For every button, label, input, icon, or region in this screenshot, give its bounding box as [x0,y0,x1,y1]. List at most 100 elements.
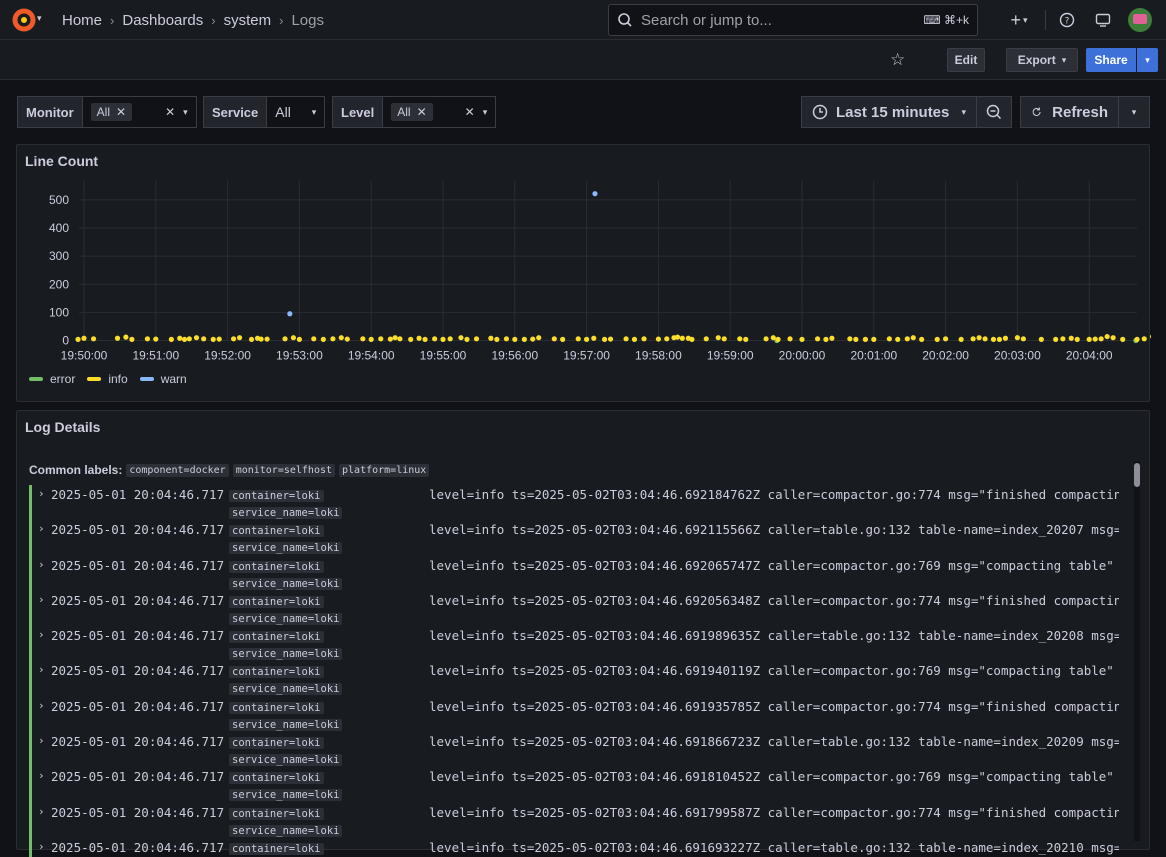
clear-icon[interactable]: ✕ [165,105,175,119]
log-timestamp: 2025-05-01 20:04:46.717 [51,558,224,573]
data-point-info [1099,336,1104,341]
chevron-right-icon[interactable]: › [38,663,45,676]
chevron-right-icon[interactable]: › [38,805,45,818]
legend-item-error[interactable]: error [29,372,75,386]
legend-item-info[interactable]: info [87,372,127,386]
log-row[interactable]: ›2025-05-01 20:04:46.717container=lokise… [29,591,1119,626]
chevron-down-icon: ▾ [1023,15,1028,26]
data-point-info [264,336,269,341]
legend-item-warn[interactable]: warn [140,372,187,386]
refresh-interval-dropdown[interactable]: ▾ [1118,96,1150,128]
chevron-right-icon[interactable]: › [38,522,45,535]
log-row[interactable]: ›2025-05-01 20:04:46.717container=lokise… [29,485,1119,520]
data-point-info [231,336,236,341]
monitor-select[interactable]: All✕ ✕ ▾ [83,96,197,128]
log-row[interactable]: ›2025-05-01 20:04:46.717container=lokise… [29,767,1119,802]
data-point-info [689,337,694,342]
log-timestamp: 2025-05-01 20:04:46.717 [51,487,224,502]
breadcrumb-home[interactable]: Home [62,12,102,29]
chevron-right-icon[interactable]: › [38,769,45,782]
data-point-info [1053,337,1058,342]
share-button[interactable]: Share [1086,48,1136,72]
zoom-out-button[interactable] [976,96,1012,128]
chevron-right-icon[interactable]: › [38,558,45,571]
log-row[interactable]: ›2025-05-01 20:04:46.717container=lokise… [29,661,1119,696]
level-select[interactable]: All✕ ✕ ▾ [383,96,496,128]
data-point-info [1093,336,1098,341]
log-row[interactable]: ›2025-05-01 20:04:46.717container=lokise… [29,838,1119,857]
edit-label: Edit [955,53,978,67]
x-tick-label: 19:59:00 [707,349,754,363]
help-button[interactable]: ? [1052,5,1082,35]
y-tick-label: 500 [49,193,69,207]
data-point-info [237,335,242,340]
variable-label: Monitor [17,96,83,128]
chevron-right-icon[interactable]: › [38,487,45,500]
close-icon[interactable]: ✕ [116,105,126,119]
time-range-picker[interactable]: Last 15 minutes ▾ [801,96,977,128]
log-row[interactable]: ›2025-05-01 20:04:46.717container=lokise… [29,803,1119,838]
breadcrumb-dashboards[interactable]: Dashboards [122,12,203,29]
chevron-right-icon[interactable]: › [38,593,45,606]
service-select[interactable]: All ▾ [267,96,325,128]
log-row[interactable]: ›2025-05-01 20:04:46.717container=lokise… [29,556,1119,591]
clock-icon [812,104,828,120]
star-icon[interactable]: ☆ [890,50,905,70]
user-avatar[interactable] [1128,8,1152,32]
chevron-right-icon[interactable]: › [38,734,45,747]
common-label: platform=linux [339,464,429,477]
chevron-right-icon[interactable]: › [38,840,45,853]
log-message: level=info ts=2025-05-02T03:04:46.691693… [429,840,1119,855]
log-scrollbar[interactable] [1134,461,1140,841]
y-tick-label: 0 [62,334,69,348]
avatar-pattern [1133,14,1147,24]
log-row[interactable]: ›2025-05-01 20:04:46.717container=lokise… [29,626,1119,661]
data-point-info [641,336,646,341]
grafana-logo-icon[interactable] [11,7,37,33]
log-timestamp: 2025-05-01 20:04:46.717 [51,663,224,678]
data-point-info [297,337,302,342]
data-point-info [494,337,499,342]
line-count-panel: Line Count 19:50:0019:51:0019:52:0019:53… [16,144,1150,402]
log-details-panel: Log Details Common labels: component=doc… [16,410,1150,850]
data-point-info [1003,336,1008,341]
log-label: container=loki [229,522,324,537]
x-tick-label: 19:54:00 [348,349,395,363]
chevron-right-icon[interactable]: › [38,699,45,712]
close-icon[interactable]: ✕ [417,105,427,119]
chevron-right-icon[interactable]: › [38,628,45,641]
data-point-info [602,337,607,342]
news-button[interactable] [1088,5,1118,35]
legend-swatch [87,377,101,381]
data-point-info [764,336,769,341]
add-new-button[interactable]: +▾ [999,5,1039,35]
edit-button[interactable]: Edit [947,48,985,72]
log-row[interactable]: ›2025-05-01 20:04:46.717container=lokise… [29,697,1119,732]
breadcrumb-system[interactable]: system [224,12,272,29]
legend-label: warn [161,372,187,386]
refresh-button[interactable]: Refresh [1020,96,1119,128]
data-point-info [608,336,613,341]
share-dropdown-button[interactable]: ▾ [1137,48,1158,72]
scrollbar-thumb[interactable] [1134,463,1140,487]
search-icon [617,12,633,28]
data-point-info [887,336,892,341]
chevron-down-icon[interactable]: ▾ [37,13,42,24]
search-input[interactable]: Search or jump to... ⌨ ⌘+k [608,4,978,36]
data-point-info [1075,337,1080,342]
log-row[interactable]: ›2025-05-01 20:04:46.717container=lokise… [29,732,1119,767]
data-point-info [388,336,393,341]
selected-chip: All✕ [91,103,132,121]
export-button[interactable]: Export▾ [1006,48,1078,72]
log-timestamp: 2025-05-01 20:04:46.717 [51,593,224,608]
data-point-info [1060,336,1065,341]
clear-icon[interactable]: ✕ [465,105,475,119]
data-point-info [536,335,541,340]
data-point-info [169,337,174,342]
top-nav-bar: ▾ Home › Dashboards › system › Logs Sear… [0,0,1166,40]
log-row[interactable]: ›2025-05-01 20:04:46.717container=lokise… [29,520,1119,555]
data-point-info [530,336,535,341]
data-point-info [847,336,852,341]
share-label: Share [1094,53,1127,67]
log-label: container=loki [229,593,324,608]
